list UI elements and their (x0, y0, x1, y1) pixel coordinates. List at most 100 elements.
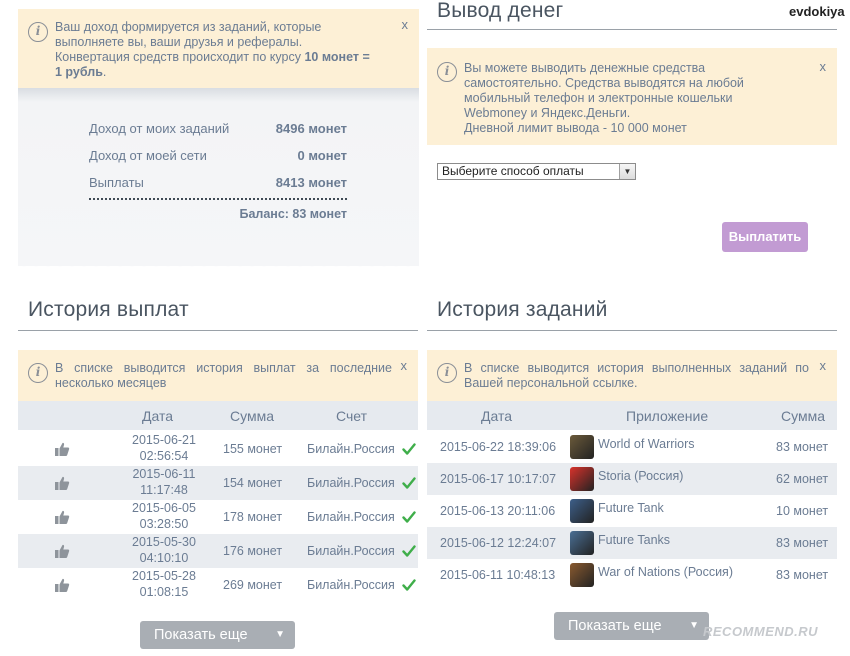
task-datetime: 2015-06-13 20:11:06 (440, 504, 556, 518)
card-scallop-edge (18, 261, 419, 271)
chevron-down-icon: ▼ (275, 629, 285, 640)
payment-sum: 155 монет (223, 442, 283, 456)
table-row[interactable]: 2015-06-11 10:48:13 War of Nations (Росси… (427, 559, 837, 591)
payments-table-header: Дата Сумма Счет (18, 401, 418, 430)
payments-notice-text: В списке выводится история выплат за пос… (55, 361, 392, 390)
table-row[interactable]: 2015-06-17 10:17:07 Storia (Россия) 62 мон… (427, 463, 837, 495)
chevron-down-icon[interactable]: ▼ (619, 164, 635, 179)
income-row-payouts: Выплаты 8413 монет (89, 175, 347, 190)
tank-game-icon (570, 499, 594, 523)
income-label: Выплаты (89, 175, 144, 190)
payment-account: Билайн.Россия (307, 476, 395, 490)
table-row: 2015-05-30 04:10:10 176 монет Билайн.Россия (18, 534, 418, 568)
payment-datetime: 2015-05-28 01:08:15 (132, 569, 196, 599)
close-icon[interactable]: x (820, 59, 827, 74)
page-title: Вывод денег (437, 0, 564, 22)
income-value: 8413 монет (275, 175, 347, 190)
tasks-info-notice: i В списке выводится история выполненных… (427, 350, 837, 401)
task-app-name[interactable]: Storia (Россия) (598, 469, 683, 483)
username[interactable]: evdokiya (789, 4, 845, 19)
nations-game-icon (570, 563, 594, 587)
close-icon[interactable]: x (401, 358, 408, 373)
thumbs-up-icon (55, 476, 70, 490)
income-row-network: Доход от моей сети 0 монет (89, 148, 347, 163)
tank-game-icon (570, 531, 594, 555)
show-more-payments-button[interactable]: Показать еще ▼ (140, 621, 295, 649)
warrior-game-icon (570, 435, 594, 459)
table-row[interactable]: 2015-06-22 18:39:06 World of Warriors 83 м… (427, 431, 837, 463)
table-row: 2015-06-05 03:28:50 178 монет Билайн.Россия (18, 500, 418, 534)
balance-total: Баланс: 83 монет (239, 207, 347, 221)
checkmark-icon (402, 579, 416, 591)
payment-method-select[interactable]: Выберите способ оплаты ▼ (437, 163, 636, 180)
checkmark-icon (402, 545, 416, 557)
checkmark-icon (402, 443, 416, 455)
task-sum: 62 монет (776, 472, 829, 486)
task-datetime: 2015-06-11 10:48:13 (440, 568, 556, 582)
payment-account: Билайн.Россия (307, 442, 395, 456)
recommend-watermark: RECOMMEND.RU (703, 624, 819, 639)
column-sum[interactable]: Сумма (230, 408, 274, 424)
task-sum: 83 монет (776, 568, 829, 582)
info-icon: i (28, 22, 48, 42)
table-row: 2015-06-21 02:56:54 155 монет Билайн.Россия (18, 432, 418, 466)
payment-datetime: 2015-06-21 02:56:54 (132, 433, 196, 463)
divider (18, 330, 418, 331)
checkmark-icon (402, 477, 416, 489)
payment-sum: 269 монет (223, 578, 283, 592)
divider (427, 29, 837, 30)
task-datetime: 2015-06-17 10:17:07 (440, 472, 557, 486)
column-app[interactable]: Приложение (626, 408, 708, 424)
column-sum[interactable]: Сумма (781, 408, 825, 424)
show-more-tasks-button[interactable]: Показать еще ▼ (554, 612, 709, 640)
column-date[interactable]: Дата (142, 408, 173, 424)
task-app-name[interactable]: World of Warriors (598, 437, 695, 451)
withdraw-notice-text: Вы можете выводить денежные средства сам… (464, 61, 744, 135)
task-app-name[interactable]: Future Tank (598, 501, 664, 515)
payments-info-notice: i В списке выводится история выплат за п… (18, 350, 418, 401)
close-icon[interactable]: x (820, 358, 827, 373)
task-sum: 10 монет (776, 504, 829, 518)
task-datetime: 2015-06-12 12:24:07 (440, 536, 557, 550)
income-value: 0 монет (297, 148, 347, 163)
task-app-name[interactable]: War of Nations (Россия) (598, 565, 733, 579)
task-sum: 83 монет (776, 536, 829, 550)
payment-datetime: 2015-06-05 03:28:50 (132, 501, 196, 531)
income-notice-text: Ваш доход формируется из заданий, которы… (55, 20, 370, 79)
income-value: 8496 монет (275, 121, 347, 136)
pay-button[interactable]: Выплатить (722, 222, 808, 252)
payment-sum: 154 монет (223, 476, 283, 490)
checkmark-icon (402, 511, 416, 523)
tasks-notice-text: В списке выводится история выполненных з… (464, 361, 809, 390)
thumbs-up-icon (55, 510, 70, 524)
divider (427, 330, 837, 331)
payment-account: Билайн.Россия (307, 510, 395, 524)
income-label: Доход от моих заданий (89, 121, 230, 136)
payment-account: Билайн.Россия (307, 578, 395, 592)
payment-sum: 176 монет (223, 544, 283, 558)
payment-sum: 178 монет (223, 510, 283, 524)
info-icon: i (437, 62, 457, 82)
payments-title: История выплат (28, 298, 189, 321)
payment-datetime: 2015-06-11 11:17:48 (132, 467, 196, 497)
task-datetime: 2015-06-22 18:39:06 (440, 440, 557, 454)
payment-datetime: 2015-05-30 04:10:10 (132, 535, 196, 565)
payment-account: Билайн.Россия (307, 544, 395, 558)
column-date[interactable]: Дата (481, 408, 512, 424)
table-row[interactable]: 2015-06-13 20:11:06 Future Tank 10 монет (427, 495, 837, 527)
balance-card: Доход от моих заданий 8496 монет Доход о… (18, 88, 419, 271)
thumbs-up-icon (55, 544, 70, 558)
table-row[interactable]: 2015-06-12 12:24:07 Future Tanks 83 монет (427, 527, 837, 559)
storia-app-icon (570, 467, 594, 491)
table-row: 2015-06-11 11:17:48 154 монет Билайн.Россия (18, 466, 418, 500)
thumbs-up-icon (55, 578, 70, 592)
thumbs-up-icon (55, 442, 70, 456)
tasks-title: История заданий (437, 298, 608, 321)
table-row: 2015-05-28 01:08:15 269 монет Билайн.Россия (18, 568, 418, 602)
close-icon[interactable]: x (402, 17, 409, 32)
column-account[interactable]: Счет (336, 408, 367, 424)
task-app-name[interactable]: Future Tanks (598, 533, 670, 547)
info-icon: i (28, 363, 48, 383)
task-sum: 83 монет (776, 440, 829, 454)
chevron-down-icon: ▼ (689, 620, 699, 631)
